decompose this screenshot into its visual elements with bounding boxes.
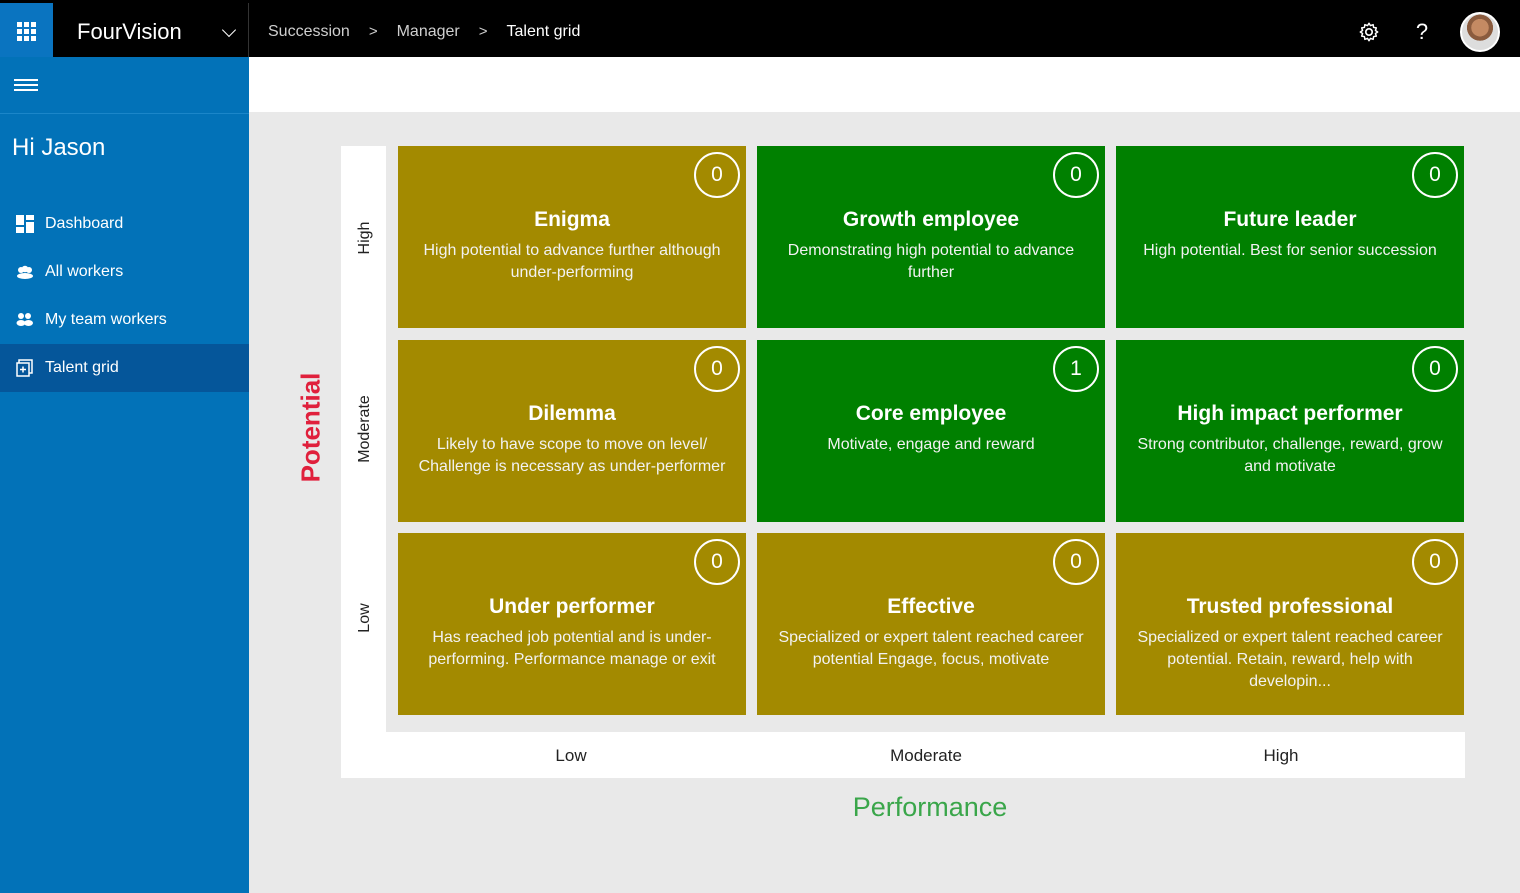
sidebar-item-label: All workers bbox=[45, 263, 124, 280]
count-badge: 0 bbox=[1412, 539, 1458, 585]
grid-cell-dilemma[interactable]: 0 Dilemma Likely to have scope to move o… bbox=[398, 340, 746, 522]
count-badge: 0 bbox=[694, 152, 740, 198]
sidebar-item-dashboard[interactable]: Dashboard bbox=[0, 200, 249, 248]
count-badge: 0 bbox=[694, 346, 740, 392]
cell-title: Future leader bbox=[1223, 208, 1357, 231]
cell-title: Growth employee bbox=[842, 208, 1020, 231]
cell-description: High potential. Best for senior successi… bbox=[1143, 242, 1437, 259]
grid-cell-effective[interactable]: 0 Effective Specialized or expert talent… bbox=[757, 533, 1105, 715]
chevron-right-icon: > bbox=[368, 23, 378, 40]
help-icon[interactable]: ? bbox=[1412, 19, 1432, 45]
top-bar: FourVision Succession > Manager > Talent… bbox=[0, 0, 1520, 60]
count-badge: 0 bbox=[1412, 346, 1458, 392]
grid-cell-future-leader[interactable]: 0 Future leader High potential. Best for… bbox=[1116, 146, 1464, 328]
sidebar-item-talent-grid[interactable]: Talent grid bbox=[0, 344, 249, 392]
grid-cell-trusted-professional[interactable]: 0 Trusted professional Specialized or ex… bbox=[1116, 533, 1464, 715]
cell-title: High impact performer bbox=[1177, 402, 1403, 425]
dashboard-icon bbox=[16, 215, 34, 233]
sidebar-item-label: Dashboard bbox=[45, 215, 124, 232]
sidebar: Hi Jason Dashboard All workers My team w… bbox=[0, 57, 249, 893]
count-badge: 0 bbox=[694, 539, 740, 585]
header-actions: ? bbox=[1358, 3, 1520, 60]
sidebar-item-label: My team workers bbox=[45, 311, 167, 328]
hamburger-icon bbox=[14, 79, 38, 91]
y-label-moderate: Moderate bbox=[356, 395, 373, 463]
sidebar-item-my-team-workers[interactable]: My team workers bbox=[0, 296, 249, 344]
cell-description: Specialized or expert talent reached car… bbox=[1137, 629, 1443, 690]
app-name: FourVision bbox=[77, 18, 182, 44]
breadcrumb-manager[interactable]: Manager bbox=[397, 23, 460, 41]
breadcrumb: Succession > Manager > Talent grid bbox=[268, 3, 580, 60]
cell-title: Effective bbox=[887, 595, 975, 618]
cell-title: Core employee bbox=[855, 402, 1007, 425]
x-axis-title: Performance bbox=[852, 792, 1008, 822]
x-label-low: Low bbox=[555, 746, 587, 765]
breadcrumb-succession[interactable]: Succession bbox=[268, 23, 350, 41]
x-label-moderate: Moderate bbox=[890, 746, 962, 765]
cell-description: High potential to advance further althou… bbox=[423, 242, 721, 281]
grid-cell-enigma[interactable]: 0 Enigma High potential to advance furth… bbox=[398, 146, 746, 328]
cell-description: Specialized or expert talent reached car… bbox=[778, 629, 1084, 668]
grid-cell-growth-employee[interactable]: 0 Growth employee Demonstrating high pot… bbox=[757, 146, 1105, 328]
count-badge: 0 bbox=[1053, 539, 1099, 585]
x-label-high: High bbox=[1263, 746, 1299, 765]
gear-icon[interactable] bbox=[1358, 21, 1380, 43]
avatar[interactable] bbox=[1460, 11, 1500, 52]
app-launcher-button[interactable] bbox=[0, 3, 53, 60]
chevron-down-icon bbox=[221, 22, 237, 38]
cell-title: Dilemma bbox=[528, 402, 616, 425]
waffle-icon bbox=[17, 22, 36, 41]
menu-toggle-button[interactable] bbox=[0, 57, 249, 114]
cell-description: Strong contributor, challenge, reward, g… bbox=[1137, 436, 1443, 475]
cell-title: Trusted professional bbox=[1186, 595, 1394, 618]
y-label-high: High bbox=[356, 221, 373, 255]
workers-icon bbox=[16, 263, 34, 281]
breadcrumb-talent-grid: Talent grid bbox=[506, 22, 581, 40]
y-label-low: Low bbox=[356, 603, 373, 633]
command-bar bbox=[249, 57, 1520, 112]
count-badge: 0 bbox=[1053, 152, 1099, 198]
cell-title: Enigma bbox=[534, 208, 610, 231]
cell-title: Under performer bbox=[489, 595, 655, 618]
talent-grid-icon bbox=[16, 359, 34, 377]
grid-cell-under-performer[interactable]: 0 Under performer Has reached job potent… bbox=[398, 533, 746, 715]
grid-cell-core-employee[interactable]: 1 Core employee Motivate, engage and rew… bbox=[757, 340, 1105, 522]
y-axis-title: Potential bbox=[295, 372, 326, 483]
cell-description: Motivate, engage and reward bbox=[827, 436, 1035, 453]
app-switcher[interactable]: FourVision bbox=[53, 3, 249, 60]
sidebar-item-all-workers[interactable]: All workers bbox=[0, 248, 249, 296]
count-badge: 1 bbox=[1053, 346, 1099, 392]
chevron-right-icon: > bbox=[478, 23, 488, 40]
greeting: Hi Jason bbox=[12, 134, 106, 161]
cell-description: Likely to have scope to move on level/ C… bbox=[418, 436, 726, 475]
cell-description: Has reached job potential and is under-p… bbox=[428, 629, 716, 668]
grid-cell-high-impact-performer[interactable]: 0 High impact performer Strong contribut… bbox=[1116, 340, 1464, 522]
cell-description: Demonstrating high potential to advance … bbox=[787, 242, 1075, 281]
sidebar-item-label: Talent grid bbox=[45, 359, 119, 376]
team-icon bbox=[16, 311, 34, 329]
count-badge: 0 bbox=[1412, 152, 1458, 198]
